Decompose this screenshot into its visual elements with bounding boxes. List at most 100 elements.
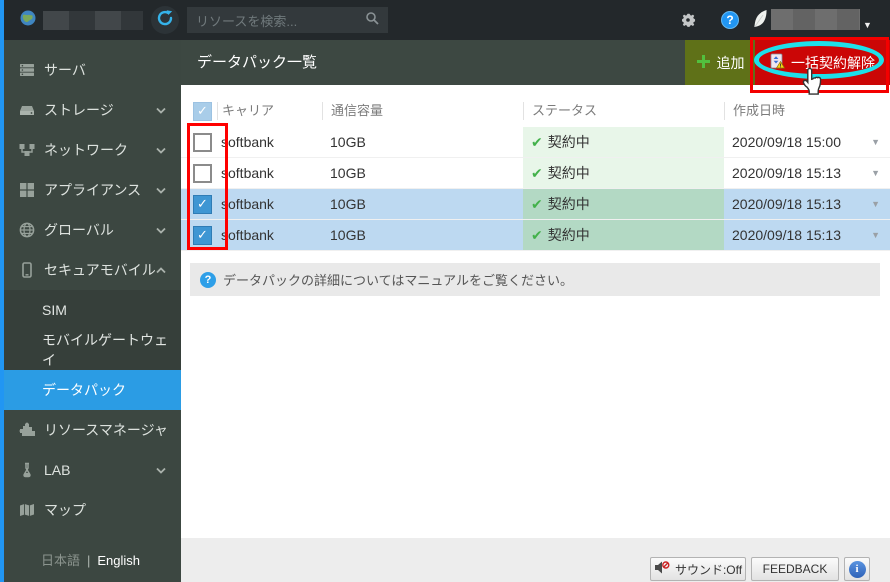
sidebar-item-sim[interactable]: SIM — [0, 290, 181, 330]
table-row[interactable]: softbank 10GB ✔ 契約中 2020/09/18 15:00 ▼ — [181, 127, 890, 158]
question-icon: ? — [726, 13, 734, 27]
info-bar: ? データパックの詳細についてはマニュアルをご覧ください。 — [190, 263, 880, 296]
status-cell: ✔ 契約中 — [523, 127, 724, 157]
row-checkbox[interactable]: ✓ — [193, 194, 212, 214]
sidebar-item-label: ストレージ — [44, 102, 114, 118]
language-english[interactable]: English — [97, 553, 140, 568]
language-divider: | — [86, 553, 91, 568]
account-name-redacted — [43, 11, 143, 30]
status-cell: ✔ 契約中 — [523, 158, 724, 188]
network-icon — [18, 142, 35, 159]
mobile-phone-icon — [18, 262, 35, 279]
column-header-created: 作成日時 — [724, 102, 890, 120]
sidebar-item-server[interactable]: サーバ — [0, 50, 181, 90]
settings-button[interactable] — [679, 11, 697, 34]
capacity-cell: 10GB — [330, 134, 366, 150]
sim-warning-icon — [770, 53, 786, 72]
chevron-down-icon — [156, 187, 166, 194]
sidebar-item-storage[interactable]: ストレージ — [0, 90, 181, 130]
carrier-cell: softbank — [221, 165, 274, 181]
sidebar-item-resource-manager[interactable]: リソースマネージャ — [0, 410, 181, 450]
status-cell: ✔ 契約中 — [523, 220, 724, 250]
row-menu-caret-icon[interactable]: ▼ — [871, 168, 880, 178]
status-cell: ✔ 契約中 — [523, 189, 724, 219]
sidebar-item-label: SIM — [42, 302, 67, 318]
created-value: 2020/09/18 15:13 — [732, 165, 841, 181]
feedback-label: FEEDBACK — [762, 562, 828, 576]
row-checkbox[interactable] — [193, 132, 212, 152]
table-row[interactable]: ✓ softbank 10GB ✔ 契約中 2020/09/18 15:13 ▼ — [181, 220, 890, 251]
select-all-checkbox[interactable]: ✓ — [193, 101, 212, 121]
search-input[interactable]: リソースを検索... — [187, 7, 388, 33]
sound-toggle-label: サウンド:Off — [674, 562, 743, 577]
user-menu[interactable] — [771, 9, 860, 30]
sidebar-item-label: サーバ — [44, 62, 86, 78]
row-checkbox[interactable] — [193, 163, 212, 183]
bulk-release-button[interactable]: 一括契約解除 — [755, 40, 890, 85]
sidebar-item-lab[interactable]: LAB — [0, 450, 181, 490]
help-button[interactable]: ? — [721, 11, 739, 29]
feedback-button[interactable]: FEEDBACK — [751, 557, 839, 581]
server-icon — [18, 62, 35, 79]
info-button[interactable]: i — [844, 557, 870, 581]
sidebar-item-label: グローバル — [44, 222, 114, 238]
sidebar-item-label: データパック — [42, 382, 126, 398]
row-menu-caret-icon[interactable]: ▼ — [871, 137, 880, 147]
sidebar-item-mobile-gateway[interactable]: モバイルゲートウェイ — [0, 330, 181, 370]
table-header-row: ✓ キャリア 通信容量 ステータス 作成日時 — [181, 95, 890, 127]
language-japanese[interactable]: 日本語 — [41, 553, 80, 568]
chevron-up-icon — [156, 266, 166, 274]
user-chevron-down-icon[interactable]: ▼ — [863, 15, 872, 33]
sidebar-item-map[interactable]: マップ — [0, 490, 181, 530]
sidebar-item-label: セキュアモバイル — [44, 262, 156, 278]
sidebar-item-label: アプライアンス — [44, 182, 142, 198]
status-check-icon: ✔ — [531, 165, 543, 181]
sidebar-item-network[interactable]: ネットワーク — [0, 130, 181, 170]
speaker-muted-icon — [654, 561, 670, 577]
language-switcher: 日本語 | English — [0, 550, 181, 569]
sidebar-item-global[interactable]: グローバル — [0, 210, 181, 250]
secure-mobile-submenu: SIM モバイルゲートウェイ データパック — [0, 290, 181, 410]
sidebar-item-label: マップ — [44, 502, 86, 518]
table-row[interactable]: softbank 10GB ✔ 契約中 2020/09/18 15:13 ▼ — [181, 158, 890, 189]
row-menu-caret-icon[interactable]: ▼ — [871, 199, 880, 209]
table-row[interactable]: ✓ softbank 10GB ✔ 契約中 2020/09/18 15:13 ▼ — [181, 189, 890, 220]
search-placeholder: リソースを検索... — [196, 13, 298, 29]
carrier-cell: softbank — [221, 134, 274, 150]
content-header: データパック一覧 追加 一括契約解除 — [181, 40, 890, 85]
sidebar-item-label: ネットワーク — [44, 142, 128, 158]
capacity-cell: 10GB — [330, 196, 366, 212]
sidebar-item-secure-mobile[interactable]: セキュアモバイル — [0, 250, 181, 290]
sound-toggle-button[interactable]: サウンド:Off — [650, 557, 746, 581]
add-button[interactable]: 追加 — [685, 40, 755, 85]
chevron-down-icon — [156, 467, 166, 474]
flask-icon — [18, 462, 35, 479]
refresh-icon — [157, 9, 173, 31]
created-value: 2020/09/18 15:13 — [732, 227, 841, 243]
globe-grid-icon — [18, 222, 35, 239]
status-label: 契約中 — [547, 165, 590, 181]
created-value: 2020/09/18 15:13 — [732, 196, 841, 212]
account-selector[interactable]: ▼ — [20, 10, 159, 31]
status-check-icon: ✔ — [531, 196, 543, 212]
created-cell: 2020/09/18 15:13 ▼ — [724, 196, 890, 212]
carrier-cell: softbank — [221, 227, 274, 243]
sidebar-item-data-pack[interactable]: データパック — [0, 370, 181, 410]
info-bar-text: データパックの詳細についてはマニュアルをご覧ください。 — [223, 273, 573, 288]
chevron-down-icon — [156, 107, 166, 114]
left-accent-strip — [0, 0, 4, 582]
sidebar-item-label: リソースマネージャ — [44, 422, 168, 438]
search-icon — [365, 11, 379, 30]
plus-icon — [696, 54, 711, 72]
globe-icon — [20, 10, 36, 31]
row-menu-caret-icon[interactable]: ▼ — [871, 230, 880, 240]
refresh-button[interactable] — [151, 6, 179, 34]
capacity-cell: 10GB — [330, 165, 366, 181]
row-checkbox[interactable]: ✓ — [193, 225, 212, 245]
bulk-release-button-label: 一括契約解除 — [791, 54, 875, 71]
sidebar-item-appliance[interactable]: アプライアンス — [0, 170, 181, 210]
chevron-down-icon — [156, 227, 166, 234]
appliance-icon — [18, 182, 35, 199]
top-bar: ▼ リソースを検索... ? ▼ — [0, 0, 890, 40]
status-label: 契約中 — [547, 227, 590, 243]
